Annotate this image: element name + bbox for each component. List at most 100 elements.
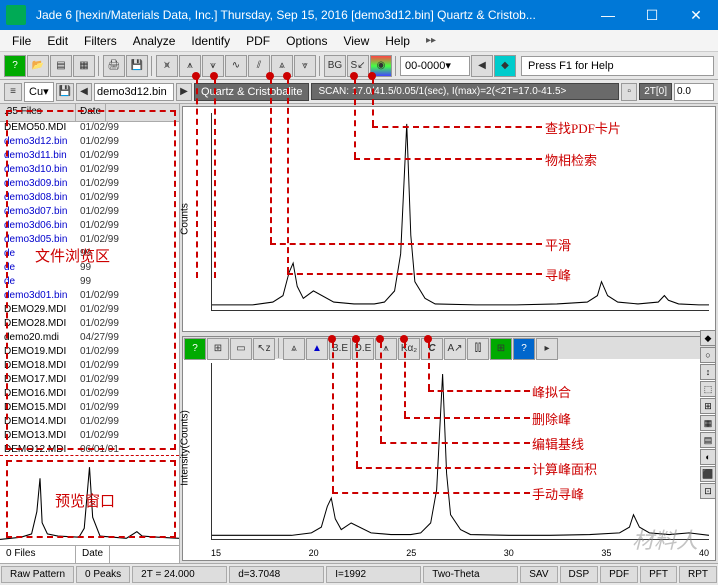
status-pdf[interactable]: PDF	[600, 566, 638, 583]
file-row[interactable]: DEMO13.MDI01/02/99	[0, 430, 179, 444]
file-row[interactable]: demo3d09.bin01/02/99	[0, 178, 179, 192]
lp-peakfit-icon[interactable]: ⩚	[375, 338, 397, 360]
toggle-icon[interactable]: ▫	[621, 83, 637, 101]
side-tool-icon[interactable]: ▦	[700, 415, 716, 431]
pdf-card-icon[interactable]: ◉	[370, 55, 392, 77]
lp-help-icon[interactable]: ?	[184, 338, 206, 360]
menu-identify[interactable]: Identify	[183, 34, 238, 48]
file-row[interactable]: demo3d05.bin01/02/99	[0, 234, 179, 248]
menu-view[interactable]: View	[335, 34, 377, 48]
side-tool-icon[interactable]: ⊡	[700, 483, 716, 499]
status-pft[interactable]: PFT	[640, 566, 677, 583]
pdf-combo[interactable]: 00-0000 ▾	[400, 56, 470, 76]
file-row[interactable]: DEMO18.MDI01/02/99	[0, 360, 179, 374]
file-row[interactable]: demo3d07.bin01/02/99	[0, 206, 179, 220]
open-folder-icon[interactable]: 📂	[27, 55, 49, 77]
menu-pdf[interactable]: PDF	[238, 34, 278, 48]
file-row[interactable]: de99	[0, 262, 179, 276]
lp-manual-peak-icon[interactable]: ⩓	[283, 338, 305, 360]
file-row[interactable]: demo3d08.bin01/02/99	[0, 192, 179, 206]
side-tool-icon[interactable]: ▤	[700, 432, 716, 448]
file-list[interactable]: DEMO50.MDI01/02/99demo3d12.bin01/02/99de…	[0, 122, 179, 455]
minimize-button[interactable]: —	[586, 0, 630, 30]
menu-edit[interactable]: Edit	[39, 34, 76, 48]
menu-options[interactable]: Options	[278, 34, 335, 48]
findpeak-icon[interactable]: ⫽	[248, 55, 270, 77]
data-icon[interactable]: ≡	[4, 83, 22, 101]
lp-info-icon[interactable]: ?	[513, 338, 535, 360]
file-row[interactable]: DEMO50.MDI01/02/99	[0, 122, 179, 136]
side-tool-icon[interactable]: ⊞	[700, 398, 716, 414]
col-date[interactable]: Date	[76, 104, 106, 121]
menu-analyze[interactable]: Analyze	[125, 34, 184, 48]
peak-tool1-icon[interactable]: ⩙	[156, 55, 178, 77]
lp-baseline-icon[interactable]: B.E	[329, 338, 351, 360]
save2-icon[interactable]: 💾	[56, 83, 74, 101]
status-mode[interactable]: Two-Theta	[423, 566, 518, 583]
lp-delpeak-icon[interactable]: D.E	[352, 338, 374, 360]
file-row[interactable]: demo3d06.bin01/02/99	[0, 220, 179, 234]
prev-icon[interactable]: ◀	[76, 83, 92, 101]
status-peaks[interactable]: 0 Peaks	[76, 566, 130, 583]
side-tool-icon[interactable]: ◆	[700, 330, 716, 346]
lp-zoom-icon[interactable]: ▭	[230, 338, 252, 360]
phase-search-icon[interactable]: S↙	[347, 55, 369, 77]
bg-icon[interactable]: BG	[324, 55, 346, 77]
help-icon[interactable]: ?	[4, 55, 26, 77]
file-row[interactable]: DEMO15.MDI01/02/99	[0, 402, 179, 416]
next-icon[interactable]: ▶	[176, 83, 192, 101]
lp-c-icon[interactable]: C	[421, 338, 443, 360]
element-combo[interactable]: Cu▾	[24, 82, 54, 102]
help-field[interactable]: Press F1 for Help	[521, 56, 714, 76]
save-icon[interactable]: 💾	[126, 55, 148, 77]
filename-field[interactable]: demo3d12.bin	[94, 83, 174, 101]
side-tool-icon[interactable]: ○	[700, 347, 716, 363]
menu-file[interactable]: File	[4, 34, 39, 48]
lp-text-icon[interactable]: A↗	[444, 338, 466, 360]
file-row[interactable]: DEMO29.MDI01/02/99	[0, 304, 179, 318]
lp-view-icon[interactable]: ⊞	[490, 338, 512, 360]
print-icon[interactable]: 🖨	[103, 55, 125, 77]
card-icon[interactable]: ▦	[73, 55, 95, 77]
files-icon[interactable]: ▤	[50, 55, 72, 77]
status-sav[interactable]: SAV	[520, 566, 557, 583]
side-tool-icon[interactable]: ↕	[700, 364, 716, 380]
lp-bars-icon[interactable]: ⫿⫿	[467, 338, 489, 360]
file-row[interactable]: de99	[0, 276, 179, 290]
maximize-button[interactable]: ☐	[630, 0, 674, 30]
peak-tool2-icon[interactable]: ⩚	[179, 55, 201, 77]
file-row[interactable]: demo20.mdi04/27/99	[0, 332, 179, 346]
color-icon[interactable]: ◆	[494, 55, 516, 77]
status-raw[interactable]: Raw Pattern	[1, 566, 74, 583]
col-files[interactable]: .35 Files	[0, 104, 76, 121]
file-row[interactable]: DEMO12.MDI06/01/01	[0, 444, 179, 455]
menu-filters[interactable]: Filters	[76, 34, 125, 48]
file-row[interactable]: demo3d01.bin01/02/99	[0, 290, 179, 304]
file-row[interactable]: de99	[0, 248, 179, 262]
lp-cursor-icon[interactable]: ↖z	[253, 338, 275, 360]
peak-tool7-icon[interactable]: ⩔	[294, 55, 316, 77]
file-row[interactable]: demo3d12.bin01/02/99	[0, 136, 179, 150]
file-row[interactable]: DEMO19.MDI01/02/99	[0, 346, 179, 360]
status-dsp[interactable]: DSP	[560, 566, 599, 583]
tt-value[interactable]: 0.0	[674, 83, 714, 101]
file-row[interactable]: DEMO17.MDI01/02/99	[0, 374, 179, 388]
file-row[interactable]: DEMO28.MDI01/02/99	[0, 318, 179, 332]
peak-tool3-icon[interactable]: ⩛	[202, 55, 224, 77]
menu-help[interactable]: Help	[377, 34, 418, 48]
lp-area-icon[interactable]: ▲	[306, 338, 328, 360]
side-tool-icon[interactable]: ◐	[700, 449, 716, 465]
file-row[interactable]: demo3d11.bin01/02/99	[0, 150, 179, 164]
file-row[interactable]: demo3d10.bin01/02/99	[0, 164, 179, 178]
file-row[interactable]: DEMO14.MDI01/02/99	[0, 416, 179, 430]
side-tool-icon[interactable]: ⬛	[700, 466, 716, 482]
lp-more-icon[interactable]: ▸	[536, 338, 558, 360]
smooth-icon[interactable]: ∿	[225, 55, 247, 77]
menu-more-icon[interactable]: ▸▸	[418, 35, 444, 46]
side-tool-icon[interactable]: ⬚	[700, 381, 716, 397]
upper-plot[interactable]: Counts	[182, 106, 716, 332]
status-rpt[interactable]: RPT	[679, 566, 717, 583]
file-row[interactable]: DEMO16.MDI01/02/99	[0, 388, 179, 402]
lp-ka2-icon[interactable]: Kα₂	[398, 338, 420, 360]
nav-icon[interactable]: ◀	[471, 55, 493, 77]
